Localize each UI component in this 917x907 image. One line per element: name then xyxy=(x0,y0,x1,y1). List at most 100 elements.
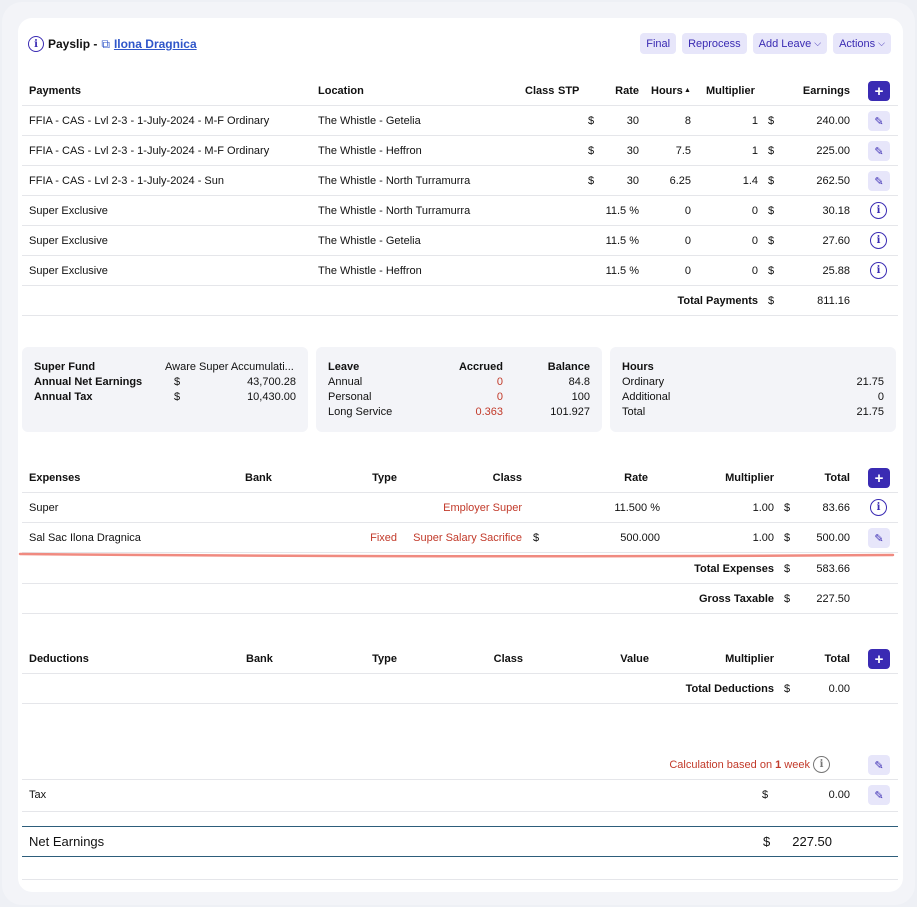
net-earnings-value: 227.50 xyxy=(792,834,832,849)
info-icon[interactable]: i xyxy=(813,756,830,773)
payment-hours: 0 xyxy=(684,205,691,217)
payment-multiplier: 0 xyxy=(751,265,758,277)
expense-multiplier: 1.00 xyxy=(752,502,774,514)
col-class: Class xyxy=(493,653,523,665)
info-icon[interactable]: i xyxy=(870,232,887,249)
expense-rate: 11.500 % xyxy=(614,502,660,514)
hours-box: Hours Ordinary 21.75 Additional 0 Total 21.… xyxy=(610,347,896,432)
payment-rate: 30 xyxy=(626,145,639,157)
edit-payment-button[interactable]: ✎ xyxy=(868,171,890,191)
expense-type: Fixed xyxy=(370,532,397,544)
add-leave-button[interactable]: Add Leave ⌵ xyxy=(752,33,828,54)
external-link-icon[interactable]: ⧉ xyxy=(101,37,110,52)
leave-box: Leave Accrued Balance Annual 0 84.8 Personal… xyxy=(316,347,602,432)
info-icon[interactable]: i xyxy=(28,36,44,52)
col-multiplier: Multiplier xyxy=(725,472,774,484)
employee-link[interactable]: Ilona Dragnica xyxy=(114,37,197,51)
payment-hours: 0 xyxy=(684,265,691,277)
add-payment-button[interactable]: + xyxy=(868,81,890,101)
payment-location: The Whistle - Heffron xyxy=(318,145,422,157)
edit-tax-button[interactable]: ✎ xyxy=(868,785,890,805)
edit-payment-button[interactable]: ✎ xyxy=(868,111,890,131)
info-icon[interactable]: i xyxy=(870,499,887,516)
payment-location: The Whistle - North Turramurra xyxy=(318,175,471,187)
expense-name: Super xyxy=(29,502,59,514)
payment-hours: 6.25 xyxy=(669,175,691,187)
super-fund-box: Super Fund Aware Super Accumulati... Annu… xyxy=(22,347,308,432)
expense-class: Super Salary Sacrifice xyxy=(413,532,522,544)
tax-row: Tax $ 0.00 ✎ xyxy=(22,780,898,812)
payment-rate: 11.5 % xyxy=(605,235,639,247)
payslip-header: i Payslip - ⧉ Ilona Dragnica xyxy=(28,34,197,54)
actions-button[interactable]: Actions ⌵ xyxy=(833,33,891,54)
total-payments-label: Total Payments xyxy=(677,295,759,307)
table-row: FFIA - CAS - Lvl 2-3 - 1-July-2024 - Sun… xyxy=(22,166,898,196)
expense-multiplier: 1.00 xyxy=(752,532,774,544)
edit-tax-calc-button[interactable]: ✎ xyxy=(868,755,890,775)
deductions-total-row: Total Deductions $ 0.00 xyxy=(22,674,898,704)
table-row: Super Exclusive The Whistle - Heffron 11… xyxy=(22,256,898,286)
page-title: Payslip - xyxy=(48,37,98,51)
col-hours[interactable]: Hours xyxy=(651,76,683,106)
add-expense-button[interactable]: + xyxy=(868,468,890,488)
payment-multiplier: 0 xyxy=(751,205,758,217)
col-expenses: Expenses xyxy=(29,472,81,484)
total-payments-value: 811.16 xyxy=(817,295,850,307)
tax-value: 0.00 xyxy=(828,789,850,801)
expense-total: 83.66 xyxy=(822,502,850,514)
reprocess-button[interactable]: Reprocess xyxy=(682,33,747,54)
net-earnings-row: Net Earnings $ 227.50 xyxy=(22,826,898,857)
edit-payment-button[interactable]: ✎ xyxy=(868,141,890,161)
footer-divider xyxy=(22,858,898,880)
expense-class: Employer Super xyxy=(443,502,522,514)
col-total: Total xyxy=(824,653,850,665)
payments-total-row: Total Payments $ 811.16 xyxy=(22,286,898,316)
col-location: Location xyxy=(318,85,364,97)
payment-rate: 30 xyxy=(626,175,639,187)
table-row: Super Exclusive The Whistle - Getelia 11… xyxy=(22,226,898,256)
col-multiplier: Multiplier xyxy=(725,653,774,665)
expenses-header-row: Expenses Bank Type Class Rate Multiplier… xyxy=(22,463,898,493)
payment-rate: 11.5 % xyxy=(605,205,639,217)
expense-type xyxy=(322,493,397,523)
toolbar: Final Reprocess Add Leave ⌵ Actions ⌵ xyxy=(640,33,891,54)
table-row: Super Employer Super 11.500 % 1.00 $ 83.… xyxy=(22,493,898,523)
edit-expense-button[interactable]: ✎ xyxy=(868,528,890,548)
info-icon[interactable]: i xyxy=(870,202,887,219)
col-deductions: Deductions xyxy=(29,653,89,665)
add-deduction-button[interactable]: + xyxy=(868,649,890,669)
table-row: FFIA - CAS - Lvl 2-3 - 1-July-2024 - M-F… xyxy=(22,106,898,136)
payment-location: The Whistle - Getelia xyxy=(318,115,421,127)
gross-taxable-row: Gross Taxable $ 227.50 xyxy=(22,584,898,614)
payment-rate: 30 xyxy=(626,115,639,127)
col-bank: Bank xyxy=(246,653,273,665)
payment-name: FFIA - CAS - Lvl 2-3 - 1-July-2024 - M-F… xyxy=(29,115,270,127)
info-icon[interactable]: i xyxy=(870,262,887,279)
payment-location: The Whistle - Heffron xyxy=(318,265,422,277)
sort-asc-icon: ▲ xyxy=(684,87,691,94)
expenses-total-row: Total Expenses $ 583.66 xyxy=(22,554,898,584)
col-rate: Rate xyxy=(615,85,639,97)
payment-name: Super Exclusive xyxy=(29,235,108,247)
table-row: FFIA - CAS - Lvl 2-3 - 1-July-2024 - M-F… xyxy=(22,136,898,166)
payment-name: FFIA - CAS - Lvl 2-3 - 1-July-2024 - M-F… xyxy=(29,145,270,157)
expense-total: 500.00 xyxy=(816,532,850,544)
chevron-down-icon: ⌵ xyxy=(814,38,822,48)
final-button[interactable]: Final xyxy=(640,33,677,54)
payment-hours: 0 xyxy=(684,235,691,247)
payment-earnings: 262.50 xyxy=(816,175,850,187)
payment-location: The Whistle - North Turramurra xyxy=(318,205,471,217)
col-stp: STP xyxy=(558,85,580,97)
col-total: Total xyxy=(824,472,850,484)
col-payments: Payments xyxy=(29,85,81,97)
payment-multiplier: 1.4 xyxy=(742,175,758,187)
payment-earnings: 25.88 xyxy=(822,265,850,277)
tax-label: Tax xyxy=(29,789,47,801)
payment-name: FFIA - CAS - Lvl 2-3 - 1-July-2024 - Sun xyxy=(29,175,225,187)
col-multiplier: Multiplier xyxy=(706,85,755,97)
col-class: Class xyxy=(525,85,555,97)
payment-rate: 11.5 % xyxy=(605,265,639,277)
payment-multiplier: 0 xyxy=(751,235,758,247)
table-row: Sal Sac Ilona Dragnica Fixed Super Salar… xyxy=(22,523,898,553)
chevron-down-icon: ⌵ xyxy=(878,38,885,48)
